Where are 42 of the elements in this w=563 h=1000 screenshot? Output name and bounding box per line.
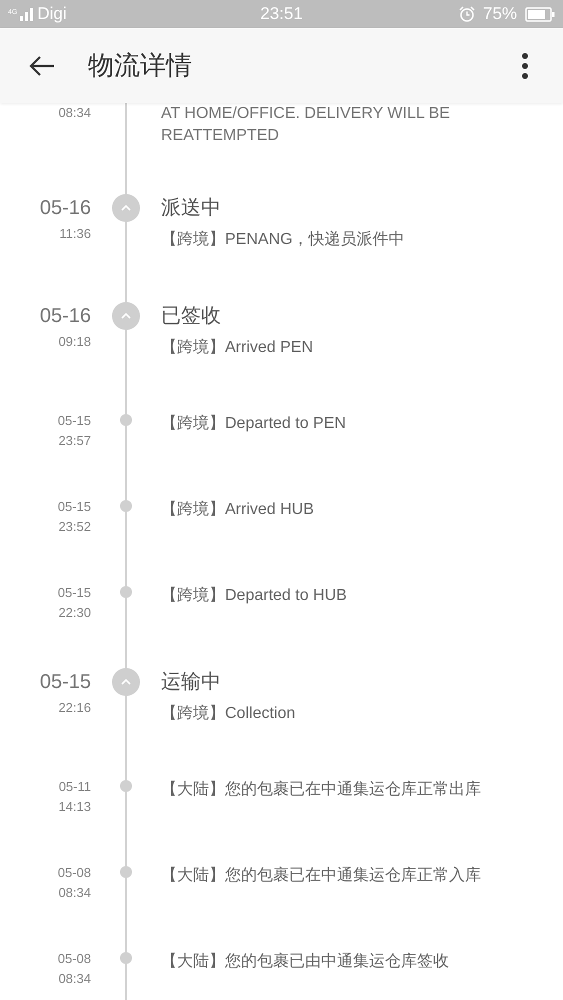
signal-icon — [20, 7, 34, 21]
event-status: 运输中 — [161, 670, 222, 695]
event-time: 09:18 — [58, 333, 91, 351]
battery-icon — [525, 6, 556, 22]
event-detail: 【大陆】您的包裹已在中通集运仓库正常出库 — [161, 780, 482, 800]
back-arrow-icon[interactable] — [28, 54, 56, 78]
event-date: 05-15 — [40, 670, 91, 695]
carrier-name: Digi — [37, 4, 67, 24]
event-detail: 【跨境】Departed to HUB — [161, 586, 348, 606]
page-title: 物流详情 — [88, 49, 193, 82]
event-time: 22:30 — [58, 604, 91, 622]
event-date: 05-15 — [58, 584, 91, 602]
event-detail: 【大陆】您的包裹已由中通集运仓库签收 — [161, 952, 450, 972]
event-time: 08:34 — [58, 970, 91, 988]
event-status: 已签收 — [161, 304, 222, 329]
event-date: 05-15 — [58, 498, 91, 516]
event-time: 11:36 — [59, 225, 91, 243]
event-detail: 【跨境】Departed to PEN — [161, 414, 347, 434]
battery-percent: 75% — [482, 4, 518, 24]
event-date: 05-11 — [58, 778, 91, 796]
event-date: 05-16 — [40, 304, 91, 329]
event-date: 05-16 — [40, 196, 91, 221]
event-detail: REATTEMPTED — [161, 126, 280, 146]
event-time: 14:13 — [58, 798, 91, 816]
clock: 23:51 — [260, 4, 303, 24]
event-detail: 【跨境】Arrived PEN — [161, 338, 314, 358]
more-options-icon[interactable] — [521, 52, 529, 80]
event-date: 05-08 — [58, 864, 91, 882]
event-time: 22:16 — [58, 699, 91, 717]
event-time: 23:57 — [58, 432, 91, 450]
alarm-icon — [458, 6, 475, 22]
event-status: 派送中 — [161, 196, 222, 221]
event-detail: 【跨境】PENANG，快递员派件中 — [161, 230, 406, 250]
event-time: 23:52 — [58, 518, 91, 536]
event-detail: 【跨境】Arrived HUB — [161, 500, 315, 520]
event-time: 08:34 — [58, 104, 91, 122]
event-date: 05-15 — [58, 412, 91, 430]
event-detail: 【跨境】Collection — [161, 704, 296, 724]
event-date: 05-08 — [58, 950, 91, 968]
event-time: 08:34 — [58, 884, 91, 902]
event-detail: 【大陆】您的包裹已在中通集运仓库正常入库 — [161, 866, 482, 886]
event-detail: AT HOME/OFFICE. DELIVERY WILL BE — [161, 104, 451, 124]
